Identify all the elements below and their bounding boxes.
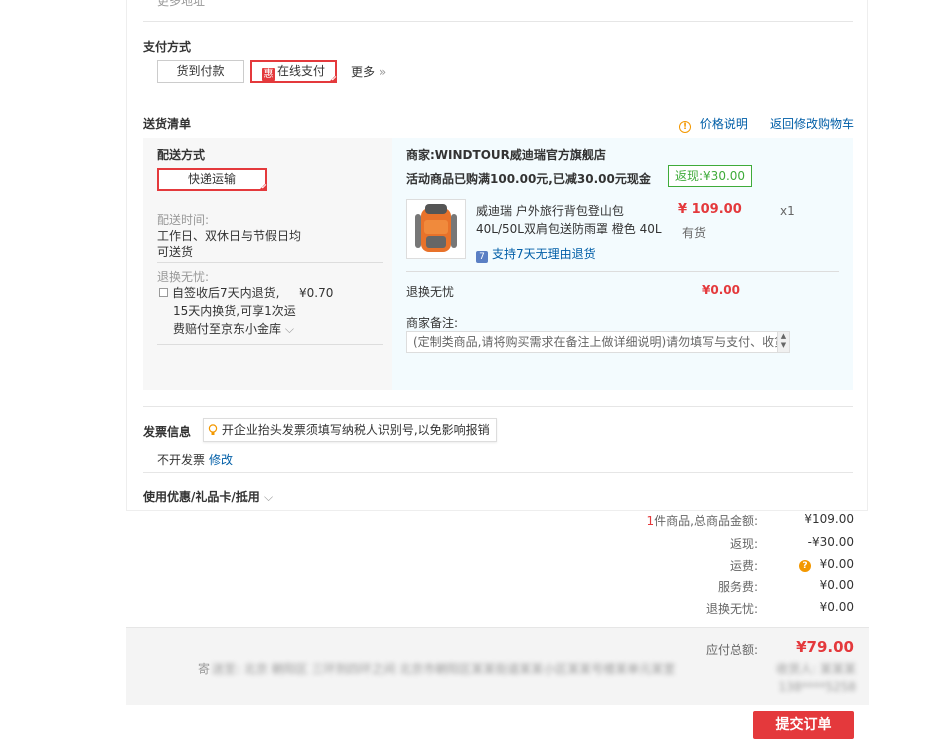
return-option-checkbox[interactable] <box>159 288 168 297</box>
shipping-time-value-2: 可送货 <box>157 245 194 259</box>
checkout-card: 更多地址 支付方式 货到付款 惠在线支付 更多 » 送货清单 ! 价格说明 返回… <box>126 0 868 511</box>
divider <box>157 262 383 263</box>
submit-order-button[interactable]: 提交订单 <box>753 711 854 739</box>
receiver-name: 收货人: 某某某 <box>776 662 856 676</box>
divider <box>157 344 383 345</box>
summary-goods-value: ¥109.00 <box>804 512 854 526</box>
summary-return-label: 退换无忧: <box>705 602 758 616</box>
shipping-panel: 配送方式 快递运输 配送时间: 工作日、双休日与节假日均 可送货 退换无忧: 自… <box>143 138 392 390</box>
merchant-name: 商家:WINDTOUR威迪瑞官方旗舰店 <box>406 148 606 162</box>
address-prefix: 寄 <box>198 662 211 676</box>
payment-title: 支付方式 <box>143 40 192 54</box>
return-worry-label: 退换无忧: <box>157 270 210 284</box>
chevron-right-icon: » <box>378 65 387 79</box>
divider <box>143 406 853 407</box>
invoice-tip: 开企业抬头发票须填写纳税人识别号,以免影响报销 <box>203 418 497 442</box>
invoice-value: 不开发票 <box>157 453 206 467</box>
rebate-badge: 返现:¥30.00 <box>668 165 753 187</box>
backpack-image <box>415 204 457 252</box>
invoice-title: 发票信息 <box>143 425 192 439</box>
shipping-method-button[interactable]: 快递运输 <box>157 168 267 191</box>
discount-badge: 惠 <box>261 68 275 81</box>
seven-day-icon: 7 <box>476 251 488 263</box>
payable-label: 应付总额: <box>705 643 758 657</box>
selected-check-icon <box>328 74 337 83</box>
pay-online-button[interactable]: 惠在线支付 <box>250 60 337 83</box>
more-payment-link[interactable]: 更多 » <box>351 63 386 80</box>
price-note-link[interactable]: ! 价格说明 <box>679 115 748 133</box>
divider <box>143 21 853 22</box>
return-worry-title: 退换无忧 <box>406 285 455 299</box>
more-addresses-link[interactable]: 更多地址 <box>157 0 205 9</box>
remark-input[interactable]: (定制类商品,请将购买需求在备注上做详细说明)请勿填写与支付、收货相关信息 ▲▼ <box>406 331 790 353</box>
delivery-list-title: 送货清单 <box>143 117 192 131</box>
summary-service-value: ¥0.00 <box>819 578 854 592</box>
selected-check-icon <box>258 182 267 191</box>
promo-text: 活动商品已购满100.00元,已减30.00元现金 <box>406 172 651 186</box>
seven-day-return-link[interactable]: 7 支持7天无理由退货 <box>476 245 596 263</box>
stock-status: 有货 <box>682 226 707 240</box>
summary-return-value: ¥0.00 <box>819 600 854 614</box>
invoice-modify-link[interactable]: 修改 <box>209 451 233 468</box>
pay-on-delivery-button[interactable]: 货到付款 <box>157 60 244 83</box>
remark-scrollbar[interactable]: ▲ ▼ <box>777 332 789 352</box>
product-title-2[interactable]: 40L/50L双肩包送防雨罩 橙色 40L <box>476 220 662 237</box>
return-option-line3: 费赔付至京东小金库 ⌵ <box>173 322 294 336</box>
summary-freight-value: ¥0.00 <box>819 557 854 571</box>
return-worry-price: ¥0.00 <box>702 283 740 297</box>
divider <box>143 472 853 473</box>
product-image[interactable] <box>406 199 466 259</box>
return-option[interactable]: 自签收后7天内退货, <box>159 284 279 301</box>
info-icon: ! <box>679 121 691 133</box>
back-to-cart-link[interactable]: 返回修改购物车 <box>770 115 854 132</box>
payable-value: ¥79.00 <box>796 638 854 656</box>
shipping-title: 配送方式 <box>157 148 206 162</box>
return-option-line2: 15天内换货,可享1次运 <box>173 304 296 318</box>
receiver-phone: 138****5258 <box>778 680 856 694</box>
lightbulb-icon <box>208 424 218 435</box>
divider <box>406 271 839 272</box>
product-qty: x1 <box>780 204 795 218</box>
coupon-toggle[interactable]: 使用优惠/礼品卡/抵用 ⌵ <box>143 488 273 505</box>
summary-rebate-label: 返现: <box>729 537 758 551</box>
pay-online-label: 在线支付 <box>276 64 325 78</box>
summary-freight-label: 运费: <box>729 559 758 573</box>
summary-rebate-value: -¥30.00 <box>807 535 854 549</box>
merchant-panel: 商家:WINDTOUR威迪瑞官方旗舰店 活动商品已购满100.00元,已减30.… <box>392 138 853 390</box>
summary-goods-label: 1件商品,总商品金额: <box>646 514 759 528</box>
order-total-bar: 应付总额: ¥79.00 寄 送至: 北京 朝阳区 三环到四环之间 北京市朝阳区… <box>126 627 869 705</box>
shipping-time-value-1: 工作日、双休日与节假日均 <box>157 229 302 243</box>
chevron-down-icon: ⌵ <box>263 490 274 504</box>
summary-service-label: 服务费: <box>717 580 758 594</box>
shipping-address: 送至: 北京 朝阳区 三环到四环之间 北京市朝阳区某某街道某某小区某某号楼某单元… <box>212 662 676 676</box>
remark-label: 商家备注: <box>406 316 459 330</box>
chevron-down-icon[interactable]: ⌵ <box>285 322 294 336</box>
product-price: ¥ 109.00 <box>678 202 742 217</box>
product-title-1[interactable]: 威迪瑞 户外旅行背包登山包 <box>476 202 624 219</box>
return-option-price: ¥0.70 <box>299 286 334 300</box>
shipping-time-label: 配送时间: <box>157 213 210 227</box>
